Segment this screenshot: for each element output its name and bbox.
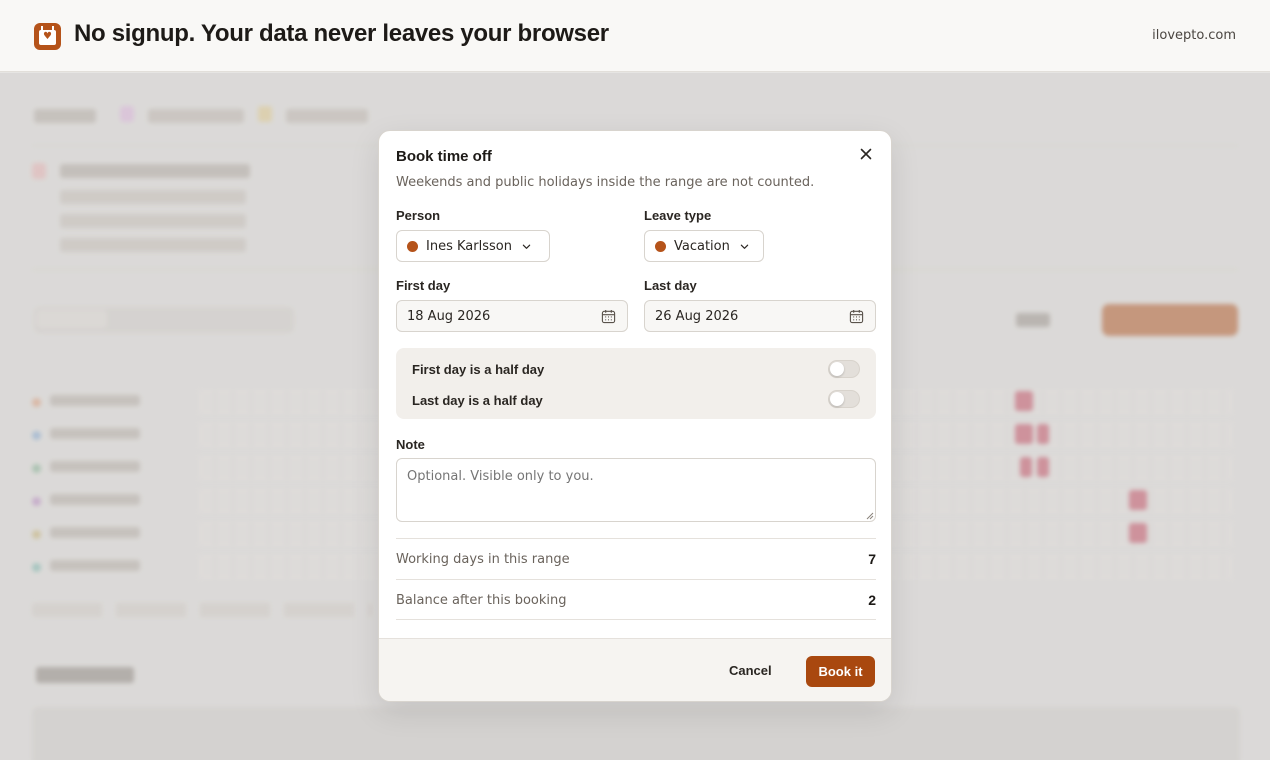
- first-half-day-label: First day is a half day: [412, 362, 545, 377]
- note-textarea[interactable]: [396, 458, 876, 522]
- last-day-label: Last day: [644, 278, 697, 293]
- first-day-label: First day: [396, 278, 451, 293]
- leave-type-color-dot: [655, 240, 666, 252]
- page-title: No signup. Your data never leaves your b…: [74, 20, 609, 47]
- person-select-value: Ines Karlsson: [426, 238, 512, 254]
- resize-handle-icon[interactable]: [865, 511, 874, 520]
- book-time-off-dialog: Book time off Weekends and public holida…: [378, 130, 892, 702]
- close-icon[interactable]: [855, 143, 877, 165]
- first-half-day-toggle[interactable]: [828, 360, 860, 378]
- person-select[interactable]: Ines Karlsson: [396, 230, 550, 262]
- leave-type-select[interactable]: Vacation: [644, 230, 764, 262]
- working-days-row: Working days in this range 7: [396, 538, 876, 579]
- last-day-input[interactable]: 26 Aug 2026: [644, 300, 876, 332]
- note-label: Note: [396, 437, 425, 452]
- working-days-value: 7: [868, 551, 876, 567]
- dialog-title: Book time off: [396, 148, 492, 165]
- chevron-down-icon: [740, 244, 749, 249]
- balance-label: Balance after this booking: [396, 593, 567, 608]
- dialog-footer: Cancel Book it: [379, 638, 891, 701]
- leave-type-select-value: Vacation: [674, 238, 730, 254]
- calendar-icon[interactable]: [849, 309, 864, 324]
- person-color-dot: [407, 240, 418, 252]
- last-half-day-toggle[interactable]: [828, 390, 860, 408]
- chevron-down-icon: [522, 244, 531, 249]
- app-header: ♥ No signup. Your data never leaves your…: [0, 0, 1270, 72]
- first-day-input[interactable]: 18 Aug 2026: [396, 300, 628, 332]
- last-half-day-label: Last day is a half day: [412, 393, 543, 408]
- dialog-subtitle: Weekends and public holidays inside the …: [396, 175, 815, 190]
- half-day-options: First day is a half day Last day is a ha…: [396, 348, 876, 419]
- leave-type-label: Leave type: [644, 208, 712, 223]
- person-label: Person: [396, 208, 441, 223]
- first-day-value: 18 Aug 2026: [407, 308, 491, 324]
- balance-value: 2: [868, 592, 876, 608]
- site-link[interactable]: ilovepto.com: [1152, 28, 1236, 43]
- last-day-value: 26 Aug 2026: [655, 308, 739, 324]
- balance-row: Balance after this booking 2: [396, 579, 876, 620]
- cancel-button[interactable]: Cancel: [729, 663, 772, 678]
- calendar-heart-icon: ♥: [34, 23, 61, 50]
- working-days-label: Working days in this range: [396, 552, 570, 567]
- book-it-button[interactable]: Book it: [806, 656, 875, 687]
- calendar-icon[interactable]: [601, 309, 616, 324]
